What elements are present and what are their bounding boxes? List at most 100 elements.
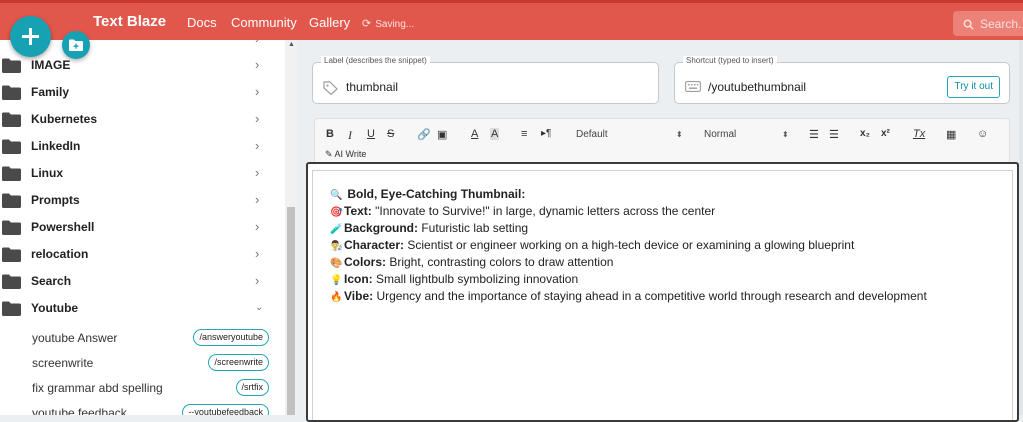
folder-label: Linux: [31, 166, 63, 180]
chevron-right-icon: ›: [255, 57, 260, 72]
palette-emoji-icon: 🎨: [330, 258, 343, 269]
bullet-list-icon[interactable]: ☰: [829, 128, 839, 141]
paragraph-icon[interactable]: ▸¶: [541, 128, 551, 139]
snippet-label: fix grammar abd spelling: [32, 381, 163, 395]
folder-label: Prompts: [31, 193, 80, 207]
sync-icon: ⟳: [362, 18, 372, 30]
link-icon[interactable]: 🔗: [417, 128, 431, 141]
folder-row[interactable]: Powershell ›: [0, 215, 285, 242]
ai-write-button[interactable]: ✎ AI Write: [325, 149, 366, 160]
app-header: Text Blaze Docs Community Gallery ⟳ Savin…: [0, 0, 1023, 40]
chevron-down-icon: ⌄: [255, 302, 264, 313]
target-emoji-icon: 🎯: [330, 207, 343, 218]
subscript-button[interactable]: x₂: [860, 128, 870, 139]
highlight-icon[interactable]: A: [490, 128, 500, 140]
snippet-item[interactable]: screenwrite /screenwrite: [0, 352, 285, 377]
formatting-toolbar: B I U S 🔗 ▣ A A ≡ ▸¶ Default ⬍ Normal ⬍ ☰ …: [314, 118, 1010, 162]
folder-label: LinkedIn: [31, 139, 81, 153]
emoji-icon[interactable]: ☺: [977, 128, 988, 140]
shortcut-badge: /answeryoutube: [193, 329, 269, 346]
brand-logo[interactable]: Text Blaze: [93, 13, 166, 30]
sidebar-scroll-thumb[interactable]: [287, 207, 295, 415]
new-snippet-button[interactable]: [10, 16, 51, 57]
chevron-right-icon: ›: [255, 246, 260, 261]
folder-label: IMAGE: [31, 58, 71, 72]
search-input[interactable]: Search...: [953, 11, 1023, 36]
editor-line: 🔥 Vibe: Urgency and the importance of sta…: [330, 289, 927, 303]
folder-row-expanded[interactable]: Youtube ⌄: [0, 296, 285, 323]
folder-icon: [2, 247, 21, 262]
folder-row[interactable]: Linux ›: [0, 161, 285, 188]
snippet-label: youtube feedback: [32, 406, 127, 415]
folder-label: Youtube: [31, 301, 79, 315]
folder-row[interactable]: LinkedIn ›: [0, 134, 285, 161]
add-folder-icon: [69, 39, 83, 51]
try-it-out-button[interactable]: Try it out: [947, 76, 1000, 98]
folder-row[interactable]: relocation ›: [0, 242, 285, 269]
nav-docs[interactable]: Docs: [187, 15, 217, 30]
underline-button[interactable]: U: [367, 128, 375, 140]
table-icon[interactable]: ▦: [946, 128, 956, 141]
fire-emoji-icon: 🔥: [330, 292, 343, 303]
font-select[interactable]: Default ⬍: [576, 129, 686, 140]
folder-row[interactable]: Search ›: [0, 269, 285, 296]
chevron-right-icon: ›: [255, 192, 260, 207]
editor-line: 👨‍🔬 Character: Scientist or engineer work…: [330, 238, 855, 252]
folder-icon: [2, 166, 21, 181]
keyboard-icon: [685, 81, 701, 92]
folder-label: Kubernetes: [31, 112, 98, 126]
size-select[interactable]: Normal ⬍: [704, 129, 790, 140]
bold-button[interactable]: B: [326, 128, 334, 140]
folder-row[interactable]: Prompts ›: [0, 188, 285, 215]
folder-icon: [2, 220, 21, 235]
folder-icon: [2, 193, 21, 208]
nav-community[interactable]: Community: [231, 15, 297, 30]
snippet-content-editor[interactable]: 🔍 Bold, Eye-Catching Thumbnail: 🎯 Text: "…: [306, 162, 1019, 422]
snippet-item[interactable]: youtube feedback --youtubefeedback: [0, 402, 285, 415]
folder-icon: [2, 301, 21, 316]
editor-line: 🎨 Colors: Bright, contrasting colors to d…: [330, 255, 614, 269]
scroll-up-arrow-icon[interactable]: ▲: [288, 41, 295, 48]
shortcut-badge: /srtfix: [235, 379, 269, 396]
chevron-right-icon: ›: [255, 165, 260, 180]
label-input[interactable]: thumbnail: [346, 80, 398, 94]
label-field[interactable]: Label (describes the snippet) thumbnail: [312, 56, 659, 104]
shortcut-field[interactable]: Shortcut (typed to insert) /youtubethumb…: [674, 56, 1010, 104]
editor-heading-line: 🔍 Bold, Eye-Catching Thumbnail:: [330, 187, 525, 201]
right-edge-divider: [1019, 40, 1023, 415]
superscript-button[interactable]: x²: [881, 128, 890, 139]
align-icon[interactable]: ≡: [521, 128, 527, 140]
numbered-list-icon[interactable]: ☰: [809, 128, 819, 141]
image-icon[interactable]: ▣: [437, 128, 447, 141]
select-arrows-icon: ⬍: [676, 130, 683, 139]
editor-line: 🧪 Background: Futuristic lab setting: [330, 221, 529, 235]
snippet-item[interactable]: fix grammar abd spelling /srtfix: [0, 377, 285, 402]
folder-row[interactable]: IMAGE ›: [0, 53, 285, 80]
snippet-item[interactable]: youtube Answer /answeryoutube: [0, 327, 285, 352]
strikethrough-button[interactable]: S: [387, 128, 394, 140]
editor-body[interactable]: 🔍 Bold, Eye-Catching Thumbnail: 🎯 Text: "…: [312, 170, 1013, 420]
folder-row[interactable]: Kubernetes ›: [0, 107, 285, 134]
folder-icon: [2, 58, 21, 73]
lightbulb-emoji-icon: 💡: [330, 275, 343, 286]
nav-gallery[interactable]: Gallery: [309, 15, 350, 30]
magnifier-emoji-icon: 🔍: [330, 190, 343, 201]
new-folder-button[interactable]: [62, 31, 90, 59]
test-tube-emoji-icon: 🧪: [330, 224, 343, 235]
folder-label: relocation: [31, 247, 89, 261]
folder-icon: [2, 139, 21, 154]
clear-format-button[interactable]: Tx: [913, 128, 925, 140]
chevron-right-icon: ›: [255, 138, 260, 153]
folder-label: Search: [31, 274, 72, 288]
snippet-label: youtube Answer: [32, 331, 118, 345]
text-color-icon[interactable]: A: [471, 128, 478, 140]
shortcut-input[interactable]: /youtubethumbnail: [708, 80, 806, 94]
folder-icon: [2, 112, 21, 127]
shortcut-field-legend: Shortcut (typed to insert): [683, 56, 777, 65]
chevron-right-icon: ›: [255, 273, 260, 288]
chevron-right-icon: ›: [255, 219, 260, 234]
scientist-emoji-icon: 👨‍🔬: [330, 241, 343, 252]
folder-row[interactable]: Family ›: [0, 80, 285, 107]
italic-button[interactable]: I: [348, 128, 352, 143]
chevron-right-icon: ›: [255, 84, 260, 99]
